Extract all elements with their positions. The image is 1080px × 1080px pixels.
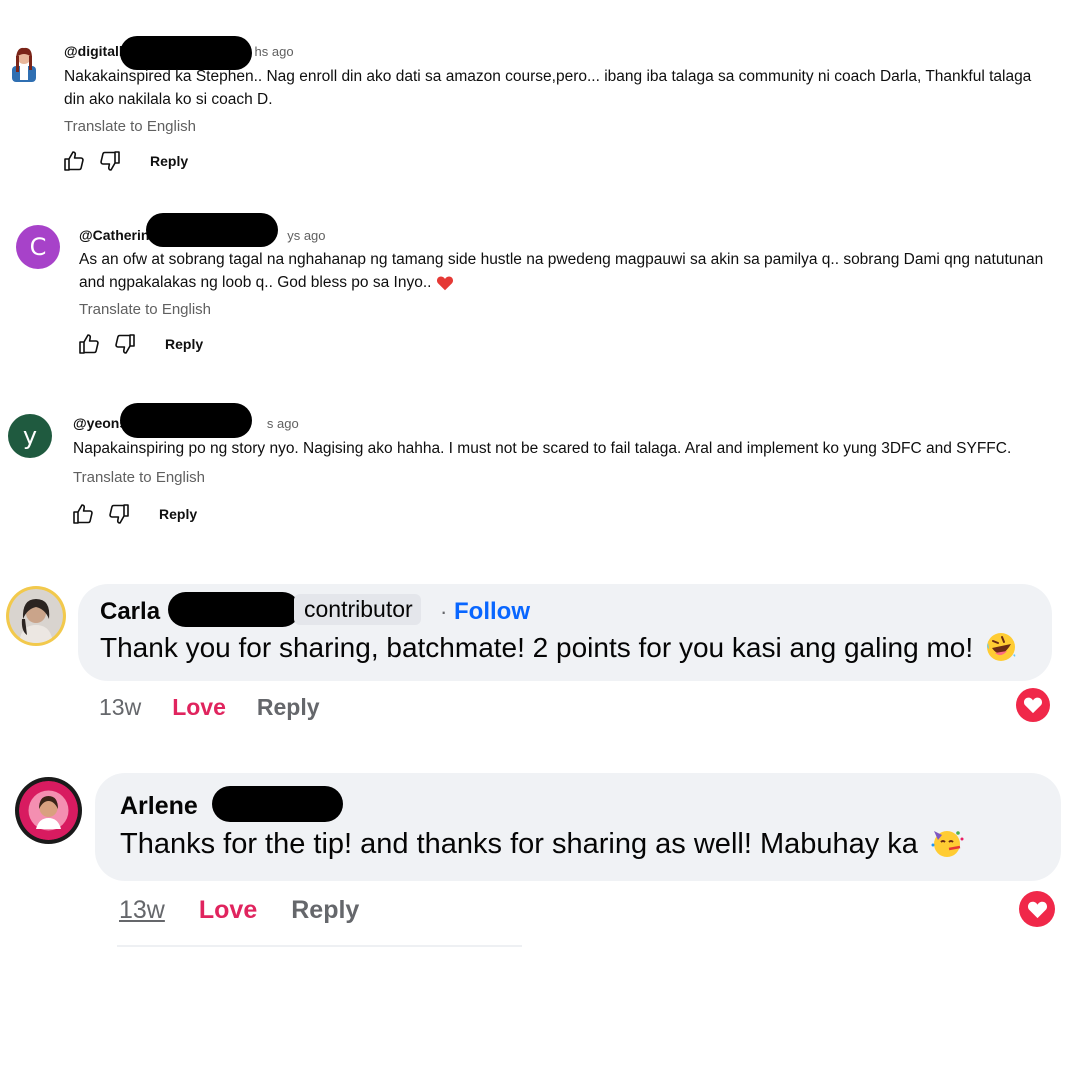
reply-button[interactable]: Reply bbox=[150, 153, 188, 169]
comment-text: Thanks for the tip! and thanks for shari… bbox=[120, 828, 964, 861]
translate-link[interactable]: Translate to English bbox=[73, 469, 205, 486]
thumbs-down-icon[interactable] bbox=[113, 332, 137, 356]
contributor-badge: contributor bbox=[294, 594, 421, 625]
thumbs-up-icon[interactable] bbox=[62, 149, 86, 173]
redaction-bar bbox=[146, 213, 278, 247]
avatar[interactable]: y bbox=[8, 414, 52, 458]
love-button[interactable]: Love bbox=[172, 694, 226, 721]
thumbs-up-icon[interactable] bbox=[71, 502, 95, 526]
partying-face-emoji-icon bbox=[931, 831, 964, 858]
comment-text-line: As an ofw at sobrang tagal na nghahanap … bbox=[79, 251, 1044, 268]
comment-author[interactable]: @Catherin bbox=[79, 227, 149, 243]
comment-text: Thank you for sharing, batchmate! 2 poin… bbox=[100, 632, 1017, 664]
redaction-bar bbox=[212, 786, 343, 822]
comment-time[interactable]: 13w bbox=[99, 694, 141, 721]
rolling-laughing-emoji-icon bbox=[986, 632, 1016, 661]
translate-link[interactable]: Translate to English bbox=[79, 301, 211, 318]
red-heart-icon bbox=[436, 276, 453, 291]
reply-button[interactable]: Reply bbox=[165, 336, 203, 352]
comment-text-line: Napakainspiring po ng story nyo. Nagisin… bbox=[73, 440, 1012, 457]
comment-text-line: and ngpakalakas ng loob q.. God bless po… bbox=[79, 274, 432, 291]
comment-time[interactable]: 13w bbox=[119, 896, 165, 925]
translate-link[interactable]: Translate to English bbox=[64, 118, 196, 135]
comment-author[interactable]: Carla bbox=[100, 598, 160, 626]
comment-text-line: Nakakainspired ka Stephen.. Nag enroll d… bbox=[64, 68, 1032, 85]
follow-button[interactable]: Follow bbox=[454, 598, 530, 626]
comment-actions: Reply bbox=[62, 149, 188, 173]
comment-author[interactable]: @digitall bbox=[64, 43, 123, 59]
comment-actions: Reply bbox=[77, 332, 203, 356]
comment-text: As an ofw at sobrang tagal na nghahanap … bbox=[79, 248, 1074, 294]
redaction-bar bbox=[120, 403, 252, 438]
comment-text-line: din ako nakilala ko si coach D. bbox=[64, 91, 273, 108]
comment-actions: Reply bbox=[71, 502, 197, 526]
comment-actions: 13w Love Reply bbox=[99, 694, 320, 721]
avatar[interactable]: C bbox=[16, 225, 60, 269]
thumbs-up-icon[interactable] bbox=[77, 332, 101, 356]
comment-time[interactable]: hs ago bbox=[255, 44, 294, 59]
profile-photo-icon bbox=[9, 589, 63, 643]
thumbs-down-icon[interactable] bbox=[107, 502, 131, 526]
comment-text: Napakainspiring po ng story nyo. Nagisin… bbox=[73, 437, 1073, 460]
profile-photo-icon bbox=[19, 781, 78, 840]
reply-button[interactable]: Reply bbox=[159, 506, 197, 522]
comment-author[interactable]: Arlene bbox=[120, 792, 198, 821]
comment-time[interactable]: s ago bbox=[267, 416, 299, 431]
divider bbox=[117, 945, 522, 947]
comment-time[interactable]: ys ago bbox=[287, 228, 325, 243]
avatar[interactable] bbox=[8, 44, 40, 82]
love-reaction-badge[interactable] bbox=[1016, 688, 1050, 722]
avatar[interactable] bbox=[15, 777, 82, 844]
redaction-bar bbox=[168, 592, 300, 627]
reply-button[interactable]: Reply bbox=[291, 896, 359, 925]
profile-photo-icon bbox=[8, 44, 40, 82]
separator-dot: · bbox=[440, 599, 448, 624]
heart-icon bbox=[1023, 697, 1043, 714]
comment-actions: 13w Love Reply bbox=[119, 896, 359, 925]
avatar[interactable] bbox=[6, 586, 66, 646]
heart-icon bbox=[1027, 901, 1047, 918]
thumbs-down-icon[interactable] bbox=[98, 149, 122, 173]
comment-text: Nakakainspired ka Stephen.. Nag enroll d… bbox=[64, 65, 1074, 111]
reply-button[interactable]: Reply bbox=[257, 694, 320, 721]
love-reaction-badge[interactable] bbox=[1019, 891, 1055, 927]
love-button[interactable]: Love bbox=[199, 896, 257, 925]
comment-author[interactable]: @yeons bbox=[73, 415, 127, 431]
